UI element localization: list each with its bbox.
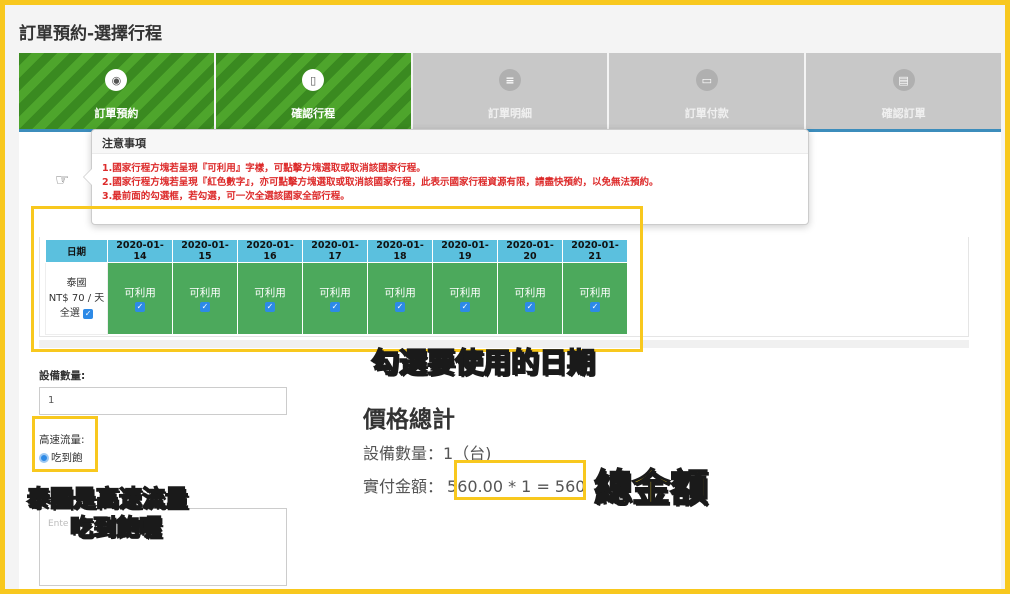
step-order-reservation[interactable]: ◉ 訂單預約: [19, 53, 214, 129]
page-title: 訂單預約-選擇行程: [19, 24, 163, 44]
qty-input[interactable]: 1: [39, 387, 287, 415]
notice-line: 1.國家行程方塊若呈現『可利用』字樣，可點擊方塊選取或取消該國家行程。: [102, 163, 426, 174]
phone-icon: ▯: [302, 69, 325, 91]
notice-title: 注意事項: [92, 130, 808, 154]
annotation-thailand-line2: 吃到飽喔: [69, 514, 163, 542]
step-order-details[interactable]: ≡ 訂單明細: [412, 53, 608, 129]
step-wizard: ◉ 訂單預約 ▯ 確認行程 ≡ 訂單明細 ▭ 訂單付款 ▤ 確認訂單: [19, 53, 1001, 129]
popover-arrow: [83, 168, 92, 186]
credit-card-icon: ▭: [695, 69, 718, 91]
hand-pointer-icon[interactable]: ☞: [55, 170, 69, 189]
list-icon: ≡: [498, 69, 521, 91]
step-label: 訂單明細: [487, 107, 532, 120]
annotation-total-amount: 總金額: [593, 465, 709, 511]
total-highlight-box: [454, 460, 586, 500]
price-summary-title: 價格總計: [363, 407, 455, 433]
step-label: 確認行程: [291, 107, 336, 120]
qty-label: 設備數量:: [39, 370, 86, 382]
document-icon: ▤: [892, 69, 915, 91]
step-confirm-order[interactable]: ▤ 確認訂單: [806, 53, 1001, 129]
step-label: 確認訂單: [881, 107, 926, 120]
speed-highlight-box: [32, 416, 98, 472]
step-order-payment[interactable]: ▭ 訂單付款: [609, 53, 805, 129]
app-frame: 訂單預約-選擇行程 ◉ 訂單預約 ▯ 確認行程 ≡ 訂單明細 ▭ 訂單付款 ▤ …: [5, 5, 1005, 589]
notice-line: 2.國家行程方塊若呈現『紅色數字』，亦可點擊方塊選取或取消該國家行程，此表示國家…: [102, 177, 659, 188]
notice-line: 3.最前面的勾選框，若勾選，可一次全選該國家全部行程。: [102, 191, 350, 202]
step-confirm-itinerary[interactable]: ▯ 確認行程: [215, 53, 411, 129]
globe-icon: ◉: [105, 69, 128, 91]
date-highlight-box: [31, 206, 643, 352]
step-label: 訂單付款: [684, 107, 729, 120]
annotation-select-dates: 勾選要使用的日期: [370, 345, 596, 380]
total-label: 實付金額：: [363, 477, 444, 496]
step-label: 訂單預約: [94, 107, 139, 120]
